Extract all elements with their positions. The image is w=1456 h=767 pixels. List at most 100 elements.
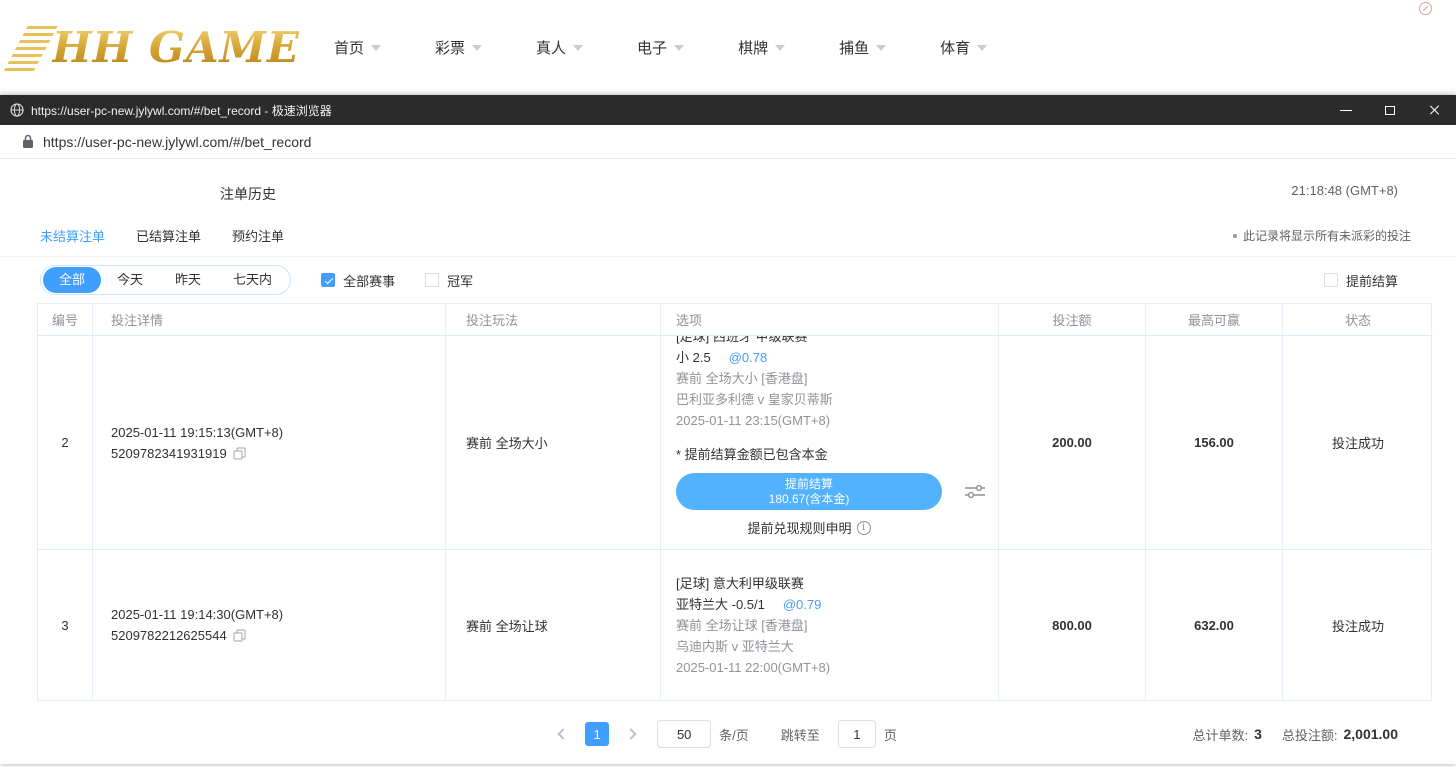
- chevron-down-icon: [472, 45, 482, 51]
- row-amount: 200.00: [999, 336, 1146, 549]
- site-logo[interactable]: HH GAME: [16, 23, 306, 72]
- checkbox-unchecked-icon[interactable]: [425, 273, 439, 287]
- tab-unsettled[interactable]: 未结算注单: [40, 226, 105, 245]
- early-settle-checkbox[interactable]: 提前结算: [1324, 271, 1398, 290]
- page-unit-label: 页: [884, 725, 897, 744]
- option-match: 乌迪内斯 v 亚特兰大: [676, 636, 794, 657]
- next-page-button[interactable]: [626, 728, 637, 739]
- main-nav: 首页 彩票 真人 电子 棋牌 捕鱼 体育: [334, 37, 987, 58]
- row-option: [足球] 意大利甲级联赛 亚特兰大 -0.5/1@0.79 赛前 全场让球 [香…: [661, 550, 999, 700]
- tab-reserved[interactable]: 预约注单: [232, 226, 284, 245]
- table-row: 2 2025-01-11 19:15:13(GMT+8) 52097823419…: [38, 336, 1431, 550]
- copy-icon[interactable]: [233, 447, 246, 460]
- header-status: 状态: [1283, 304, 1433, 335]
- nav-label: 彩票: [435, 37, 465, 58]
- header-no: 编号: [38, 304, 93, 335]
- nav-item-fishing[interactable]: 捕鱼: [839, 37, 886, 58]
- row-play: 赛前 全场让球: [446, 550, 661, 700]
- row-no: 3: [38, 550, 93, 700]
- minimize-icon: [1340, 110, 1352, 111]
- date-filter-all[interactable]: 全部: [43, 267, 101, 293]
- date-filter-group: 全部 今天 昨天 七天内: [40, 265, 291, 295]
- site-header: HH GAME 首页 彩票 真人 电子 棋牌 捕鱼 体育: [0, 0, 1456, 95]
- maximize-button[interactable]: [1368, 95, 1412, 125]
- champion-label: 冠军: [447, 271, 473, 290]
- champion-checkbox[interactable]: 冠军: [425, 271, 473, 290]
- header-option: 选项: [661, 304, 999, 335]
- checkbox-unchecked-icon[interactable]: [1324, 273, 1338, 287]
- date-filter-7days[interactable]: 七天内: [217, 267, 288, 293]
- option-league: [足球] 西班牙 甲级联赛: [676, 336, 807, 347]
- nav-label: 首页: [334, 37, 364, 58]
- copy-icon[interactable]: [233, 629, 246, 642]
- page-size-input[interactable]: [657, 720, 711, 748]
- close-button[interactable]: [1412, 95, 1456, 125]
- url-text[interactable]: https://user-pc-new.jylywl.com/#/bet_rec…: [43, 134, 311, 150]
- title-row: 注单历史 21:18:48 (GMT+8): [0, 159, 1456, 215]
- nav-item-slots[interactable]: 电子: [637, 37, 684, 58]
- logo-text: HH GAME: [52, 23, 300, 72]
- header-amount: 投注额: [999, 304, 1146, 335]
- option-match: 巴利亚多利德 v 皇家贝蒂斯: [676, 389, 833, 410]
- row-play: 赛前 全场大小: [446, 336, 661, 549]
- browser-window: https://user-pc-new.jylywl.com/#/bet_rec…: [0, 95, 1456, 764]
- option-selection: 小 2.5@0.78: [676, 347, 767, 368]
- chevron-down-icon: [674, 45, 684, 51]
- jump-page-input[interactable]: [838, 720, 876, 748]
- chevron-down-icon: [876, 45, 886, 51]
- totals: 总计单数: 3 总投注额: 2,001.00: [1192, 725, 1398, 744]
- notice: 此记录将显示所有未派彩的投注: [1233, 227, 1411, 244]
- nav-item-lottery[interactable]: 彩票: [435, 37, 482, 58]
- cashout-rule-text: 提前兑现规则申明: [747, 518, 851, 537]
- header-detail: 投注详情: [93, 304, 446, 335]
- date-filter-today[interactable]: 今天: [101, 267, 159, 293]
- tab-settled[interactable]: 已结算注单: [136, 226, 201, 245]
- all-events-checkbox[interactable]: 全部赛事: [321, 271, 395, 290]
- nav-item-cards[interactable]: 棋牌: [738, 37, 785, 58]
- bet-time: 2025-01-11 19:15:13(GMT+8): [111, 425, 283, 440]
- all-events-label: 全部赛事: [343, 271, 395, 290]
- option-match-time: 2025-01-11 22:00(GMT+8): [676, 657, 830, 678]
- early-settle-label: 提前结算: [1346, 271, 1398, 290]
- nav-label: 棋牌: [738, 37, 768, 58]
- tune-slider-icon[interactable]: [964, 484, 986, 499]
- chevron-down-icon: [977, 45, 987, 51]
- prev-page-button[interactable]: [558, 728, 569, 739]
- nav-item-live[interactable]: 真人: [536, 37, 583, 58]
- chevron-down-icon: [775, 45, 785, 51]
- row-status: 投注成功: [1283, 550, 1433, 700]
- nav-item-home[interactable]: 首页: [334, 37, 381, 58]
- row-status: 投注成功: [1283, 336, 1433, 549]
- chevron-down-icon: [573, 45, 583, 51]
- notice-text: 此记录将显示所有未派彩的投注: [1243, 227, 1411, 244]
- bet-record-page: 注单历史 21:18:48 (GMT+8) 未结算注单 已结算注单 预约注单 此…: [0, 159, 1456, 767]
- window-title: https://user-pc-new.jylywl.com/#/bet_rec…: [31, 102, 332, 119]
- nav-label: 电子: [637, 37, 667, 58]
- cashout-button[interactable]: 提前结算 180.67(含本金): [676, 473, 942, 510]
- cashout-rule-link[interactable]: 提前兑现规则申明: [676, 518, 942, 537]
- row-option: [足球] 西班牙 甲级联赛 小 2.5@0.78 赛前 全场大小 [香港盘] 巴…: [661, 336, 999, 549]
- option-selection: 亚特兰大 -0.5/1@0.79: [676, 594, 821, 615]
- nav-item-sports[interactable]: 体育: [940, 37, 987, 58]
- cashout-button-amount: 180.67(含本金): [769, 492, 850, 507]
- total-amount-value: 2,001.00: [1344, 726, 1399, 742]
- minimize-button[interactable]: [1324, 95, 1368, 125]
- row-maxwin: 156.00: [1146, 336, 1283, 549]
- option-market: 赛前 全场让球 [香港盘]: [676, 615, 807, 636]
- server-clock: 21:18:48 (GMT+8): [1291, 183, 1398, 198]
- row-no: 2: [38, 336, 93, 549]
- nav-label: 真人: [536, 37, 566, 58]
- current-page-button[interactable]: 1: [585, 722, 609, 746]
- browser-title-bar: https://user-pc-new.jylywl.com/#/bet_rec…: [0, 95, 1456, 125]
- header-play: 投注玩法: [446, 304, 661, 335]
- checkbox-checked-icon[interactable]: [321, 273, 335, 287]
- total-count-value: 3: [1254, 726, 1262, 742]
- total-count-label: 总计单数:: [1192, 725, 1248, 744]
- pagination-row: 1 条/页 跳转至 页 总计单数: 3 总投注额: 2,001.00: [0, 701, 1456, 767]
- table-header-row: 编号 投注详情 投注玩法 选项 投注额 最高可赢 状态: [38, 304, 1431, 336]
- bet-id: 5209782212625544: [111, 628, 227, 643]
- row-maxwin: 632.00: [1146, 550, 1283, 700]
- date-filter-yesterday[interactable]: 昨天: [159, 267, 217, 293]
- nav-label: 捕鱼: [839, 37, 869, 58]
- corner-badge-icon: [1419, 2, 1432, 15]
